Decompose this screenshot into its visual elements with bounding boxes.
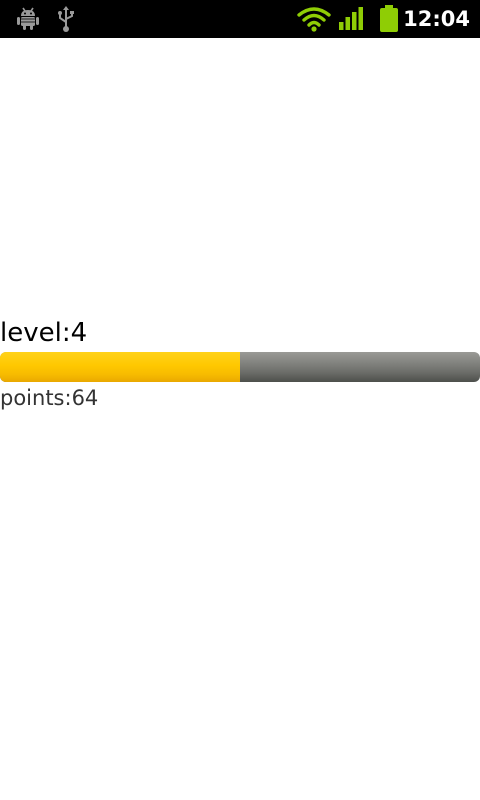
progress-fill (0, 352, 240, 382)
android-debug-icon (17, 7, 39, 30)
main-content: level:4 points:64 (0, 38, 480, 800)
wifi-icon (297, 7, 331, 32)
usb-icon (58, 6, 74, 32)
clock: 12:04 (403, 7, 470, 31)
level-label: level:4 (0, 318, 88, 348)
battery-icon (380, 5, 398, 32)
signal-icon (339, 7, 363, 30)
level-progress-bar (0, 352, 480, 382)
status-bar: 12:04 (0, 0, 480, 38)
points-label: points:64 (0, 386, 99, 410)
